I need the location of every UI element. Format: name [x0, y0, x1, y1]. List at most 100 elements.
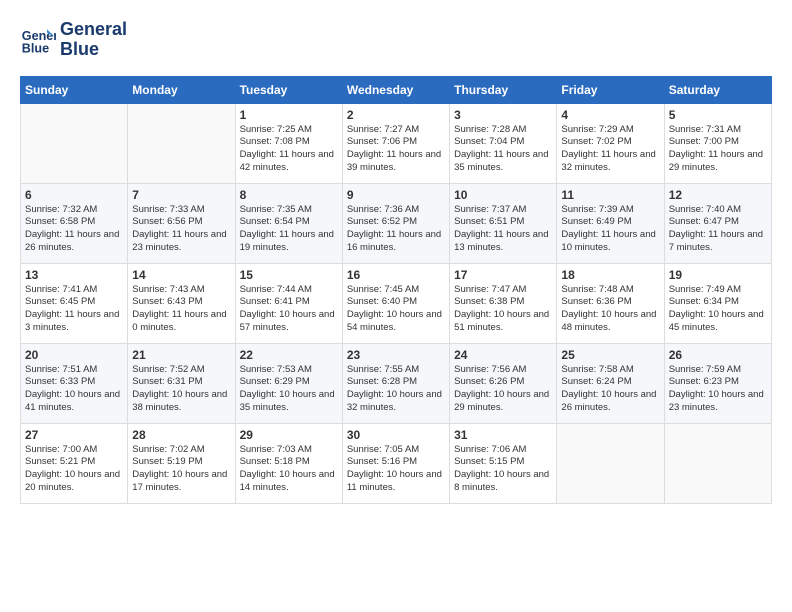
day-info: Sunrise: 7:28 AM Sunset: 7:04 PM Dayligh… [454, 124, 552, 175]
day-number: 24 [454, 348, 552, 362]
calendar-cell: 22Sunrise: 7:53 AM Sunset: 6:29 PM Dayli… [235, 343, 342, 423]
day-info: Sunrise: 7:52 AM Sunset: 6:31 PM Dayligh… [132, 364, 230, 415]
column-header-saturday: Saturday [664, 76, 771, 103]
calendar-cell: 6Sunrise: 7:32 AM Sunset: 6:58 PM Daylig… [21, 183, 128, 263]
day-number: 9 [347, 188, 445, 202]
calendar-cell: 31 Sunrise: 7:06 AM Sunset: 5:15 PM Dayli… [450, 423, 557, 503]
calendar-cell: 5 Sunrise: 7:31 AM Sunset: 7:00 PM Daylig… [664, 103, 771, 183]
day-number: 21 [132, 348, 230, 362]
day-info: Sunrise: 7:56 AM Sunset: 6:26 PM Dayligh… [454, 364, 552, 415]
column-header-wednesday: Wednesday [342, 76, 449, 103]
day-number: 12 [669, 188, 767, 202]
day-number: 13 [25, 268, 123, 282]
calendar-cell: 30 Sunrise: 7:05 AM Sunset: 5:16 PM Dayli… [342, 423, 449, 503]
day-number: 4 [561, 108, 659, 122]
calendar-cell: 14Sunrise: 7:43 AM Sunset: 6:43 PM Dayli… [128, 263, 235, 343]
day-info: Sunrise: 7:40 AM Sunset: 6:47 PM Dayligh… [669, 204, 767, 255]
calendar-cell: 8 Sunrise: 7:35 AM Sunset: 6:54 PM Daylig… [235, 183, 342, 263]
day-number: 30 [347, 428, 445, 442]
logo-text: General Blue [60, 20, 127, 60]
day-number: 27 [25, 428, 123, 442]
day-info: Sunrise: 7:05 AM Sunset: 5:16 PM Dayligh… [347, 444, 445, 495]
day-number: 6 [25, 188, 123, 202]
day-number: 26 [669, 348, 767, 362]
week-row-5: 27 Sunrise: 7:00 AM Sunset: 5:21 PM Dayli… [21, 423, 772, 503]
logo: General Blue General Blue [20, 20, 127, 60]
calendar-cell: 4 Sunrise: 7:29 AM Sunset: 7:02 PM Daylig… [557, 103, 664, 183]
day-number: 28 [132, 428, 230, 442]
calendar-cell: 25 Sunrise: 7:58 AM Sunset: 6:24 PM Dayli… [557, 343, 664, 423]
day-number: 22 [240, 348, 338, 362]
week-row-4: 20 Sunrise: 7:51 AM Sunset: 6:33 PM Dayli… [21, 343, 772, 423]
calendar-cell: 26 Sunrise: 7:59 AM Sunset: 6:23 PM Dayli… [664, 343, 771, 423]
calendar-cell: 2Sunrise: 7:27 AM Sunset: 7:06 PM Daylig… [342, 103, 449, 183]
calendar-cell: 15 Sunrise: 7:44 AM Sunset: 6:41 PM Dayli… [235, 263, 342, 343]
calendar-table: SundayMondayTuesdayWednesdayThursdayFrid… [20, 76, 772, 504]
column-header-thursday: Thursday [450, 76, 557, 103]
day-info: Sunrise: 7:58 AM Sunset: 6:24 PM Dayligh… [561, 364, 659, 415]
calendar-cell [664, 423, 771, 503]
day-number: 5 [669, 108, 767, 122]
day-number: 23 [347, 348, 445, 362]
day-info: Sunrise: 7:03 AM Sunset: 5:18 PM Dayligh… [240, 444, 338, 495]
day-number: 18 [561, 268, 659, 282]
calendar-cell: 21 Sunrise: 7:52 AM Sunset: 6:31 PM Dayli… [128, 343, 235, 423]
day-number: 25 [561, 348, 659, 362]
day-number: 20 [25, 348, 123, 362]
day-info: Sunrise: 7:31 AM Sunset: 7:00 PM Dayligh… [669, 124, 767, 175]
day-info: Sunrise: 7:37 AM Sunset: 6:51 PM Dayligh… [454, 204, 552, 255]
calendar-cell [21, 103, 128, 183]
day-number: 7 [132, 188, 230, 202]
header-row: SundayMondayTuesdayWednesdayThursdayFrid… [21, 76, 772, 103]
day-number: 8 [240, 188, 338, 202]
calendar-cell: 9 Sunrise: 7:36 AM Sunset: 6:52 PM Daylig… [342, 183, 449, 263]
day-info: Sunrise: 7:41 AM Sunset: 6:45 PM Dayligh… [25, 284, 123, 335]
calendar-cell: 3Sunrise: 7:28 AM Sunset: 7:04 PM Daylig… [450, 103, 557, 183]
calendar-cell: 1Sunrise: 7:25 AM Sunset: 7:08 PM Daylig… [235, 103, 342, 183]
calendar-cell: 16 Sunrise: 7:45 AM Sunset: 6:40 PM Dayli… [342, 263, 449, 343]
calendar-cell: 19 Sunrise: 7:49 AM Sunset: 6:34 PM Dayli… [664, 263, 771, 343]
day-number: 2 [347, 108, 445, 122]
logo-icon: General Blue [20, 22, 56, 58]
day-number: 19 [669, 268, 767, 282]
calendar-cell: 23 Sunrise: 7:55 AM Sunset: 6:28 PM Dayli… [342, 343, 449, 423]
day-number: 15 [240, 268, 338, 282]
day-info: Sunrise: 7:00 AM Sunset: 5:21 PM Dayligh… [25, 444, 123, 495]
day-info: Sunrise: 7:59 AM Sunset: 6:23 PM Dayligh… [669, 364, 767, 415]
calendar-cell: 17 Sunrise: 7:47 AM Sunset: 6:38 PM Dayli… [450, 263, 557, 343]
calendar-cell: 24 Sunrise: 7:56 AM Sunset: 6:26 PM Dayli… [450, 343, 557, 423]
day-info: Sunrise: 7:44 AM Sunset: 6:41 PM Dayligh… [240, 284, 338, 335]
day-info: Sunrise: 7:02 AM Sunset: 5:19 PM Dayligh… [132, 444, 230, 495]
day-info: Sunrise: 7:51 AM Sunset: 6:33 PM Dayligh… [25, 364, 123, 415]
day-number: 31 [454, 428, 552, 442]
day-info: Sunrise: 7:45 AM Sunset: 6:40 PM Dayligh… [347, 284, 445, 335]
day-info: Sunrise: 7:06 AM Sunset: 5:15 PM Dayligh… [454, 444, 552, 495]
calendar-cell: 7Sunrise: 7:33 AM Sunset: 6:56 PM Daylig… [128, 183, 235, 263]
day-info: Sunrise: 7:39 AM Sunset: 6:49 PM Dayligh… [561, 204, 659, 255]
day-info: Sunrise: 7:47 AM Sunset: 6:38 PM Dayligh… [454, 284, 552, 335]
day-info: Sunrise: 7:49 AM Sunset: 6:34 PM Dayligh… [669, 284, 767, 335]
calendar-cell [128, 103, 235, 183]
day-number: 10 [454, 188, 552, 202]
day-number: 16 [347, 268, 445, 282]
day-info: Sunrise: 7:35 AM Sunset: 6:54 PM Dayligh… [240, 204, 338, 255]
calendar-cell: 29 Sunrise: 7:03 AM Sunset: 5:18 PM Dayli… [235, 423, 342, 503]
day-info: Sunrise: 7:29 AM Sunset: 7:02 PM Dayligh… [561, 124, 659, 175]
day-info: Sunrise: 7:55 AM Sunset: 6:28 PM Dayligh… [347, 364, 445, 415]
calendar-cell: 11 Sunrise: 7:39 AM Sunset: 6:49 PM Dayli… [557, 183, 664, 263]
day-number: 11 [561, 188, 659, 202]
calendar-cell: 27 Sunrise: 7:00 AM Sunset: 5:21 PM Dayli… [21, 423, 128, 503]
day-number: 29 [240, 428, 338, 442]
calendar-cell [557, 423, 664, 503]
column-header-tuesday: Tuesday [235, 76, 342, 103]
calendar-cell: 12 Sunrise: 7:40 AM Sunset: 6:47 PM Dayli… [664, 183, 771, 263]
day-number: 17 [454, 268, 552, 282]
calendar-cell: 10 Sunrise: 7:37 AM Sunset: 6:51 PM Dayli… [450, 183, 557, 263]
week-row-1: 1Sunrise: 7:25 AM Sunset: 7:08 PM Daylig… [21, 103, 772, 183]
calendar-cell: 18 Sunrise: 7:48 AM Sunset: 6:36 PM Dayli… [557, 263, 664, 343]
calendar-cell: 20 Sunrise: 7:51 AM Sunset: 6:33 PM Dayli… [21, 343, 128, 423]
day-info: Sunrise: 7:43 AM Sunset: 6:43 PM Dayligh… [132, 284, 230, 335]
day-info: Sunrise: 7:36 AM Sunset: 6:52 PM Dayligh… [347, 204, 445, 255]
day-info: Sunrise: 7:48 AM Sunset: 6:36 PM Dayligh… [561, 284, 659, 335]
page-header: General Blue General Blue [20, 20, 772, 60]
